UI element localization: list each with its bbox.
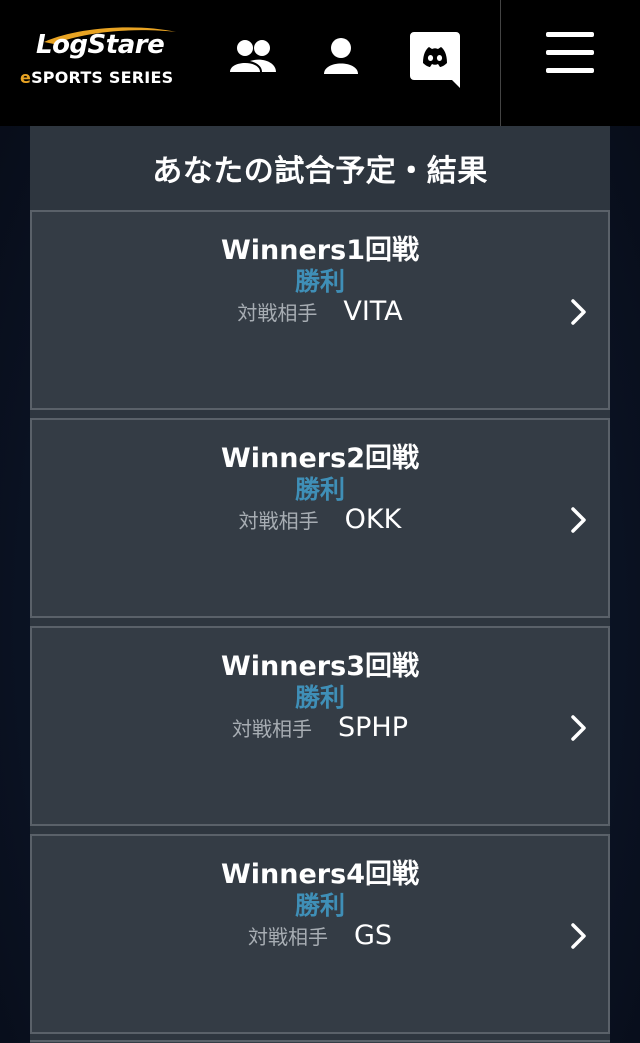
match-result: 勝利 [294,683,345,712]
opponent-name: SPHP [337,712,408,743]
match-card[interactable]: Winners3回戦 勝利 対戦相手 SPHP [30,626,610,826]
logstare-logo[interactable]: LogStare eSPORTS SERIES [14,24,189,94]
team-icon[interactable] [228,38,278,76]
match-opponent-row: 対戦相手 GS [32,920,608,951]
menu-bar [546,50,594,55]
opponent-label: 対戦相手 [238,509,319,533]
logo-main-text: LogStare [36,30,165,60]
match-card[interactable]: Winners2回戦 勝利 対戦相手 OKK [30,418,610,618]
opponent-label: 対戦相手 [237,301,318,325]
opponent-name: GS [353,920,393,951]
chevron-right-icon [571,715,586,741]
logo-sub-text: eSPORTS SERIES [20,68,190,87]
match-opponent-row: 対戦相手 OKK [32,504,608,535]
match-opponent-row: 対戦相手 VITA [32,296,608,327]
match-card[interactable]: Winners1回戦 勝利 対戦相手 VITA [30,210,610,410]
chevron-right-icon [571,507,586,533]
header-divider [500,0,501,126]
logo-sub-rest: SPORTS SERIES [31,68,174,87]
match-result: 勝利 [294,267,345,296]
logo-sub-e: e [20,68,32,87]
opponent-label: 対戦相手 [247,925,328,949]
opponent-name: OKK [344,504,402,535]
match-opponent-row: 対戦相手 SPHP [32,712,608,743]
menu-bar [546,32,594,37]
page: LogStare eSPORTS SERIES あなたの試合予定・結果 Winn… [0,0,640,1043]
chevron-right-icon [571,299,586,325]
schedule-title: あなたの試合予定・結果 [152,154,488,189]
opponent-label: 対戦相手 [231,717,312,741]
schedule-panel: あなたの試合予定・結果 Winners1回戦 勝利 対戦相手 VITA Winne… [30,126,610,1043]
site-header: LogStare eSPORTS SERIES [0,0,640,126]
match-result: 勝利 [294,475,345,504]
menu-bar [546,68,594,73]
match-result: 勝利 [294,891,345,920]
discord-icon[interactable] [408,30,462,90]
menu-icon[interactable] [546,32,594,76]
opponent-name: VITA [343,296,403,327]
chevron-right-icon [571,923,586,949]
user-icon[interactable] [320,36,362,76]
match-card[interactable]: Winners4回戦 勝利 対戦相手 GS [30,834,610,1034]
